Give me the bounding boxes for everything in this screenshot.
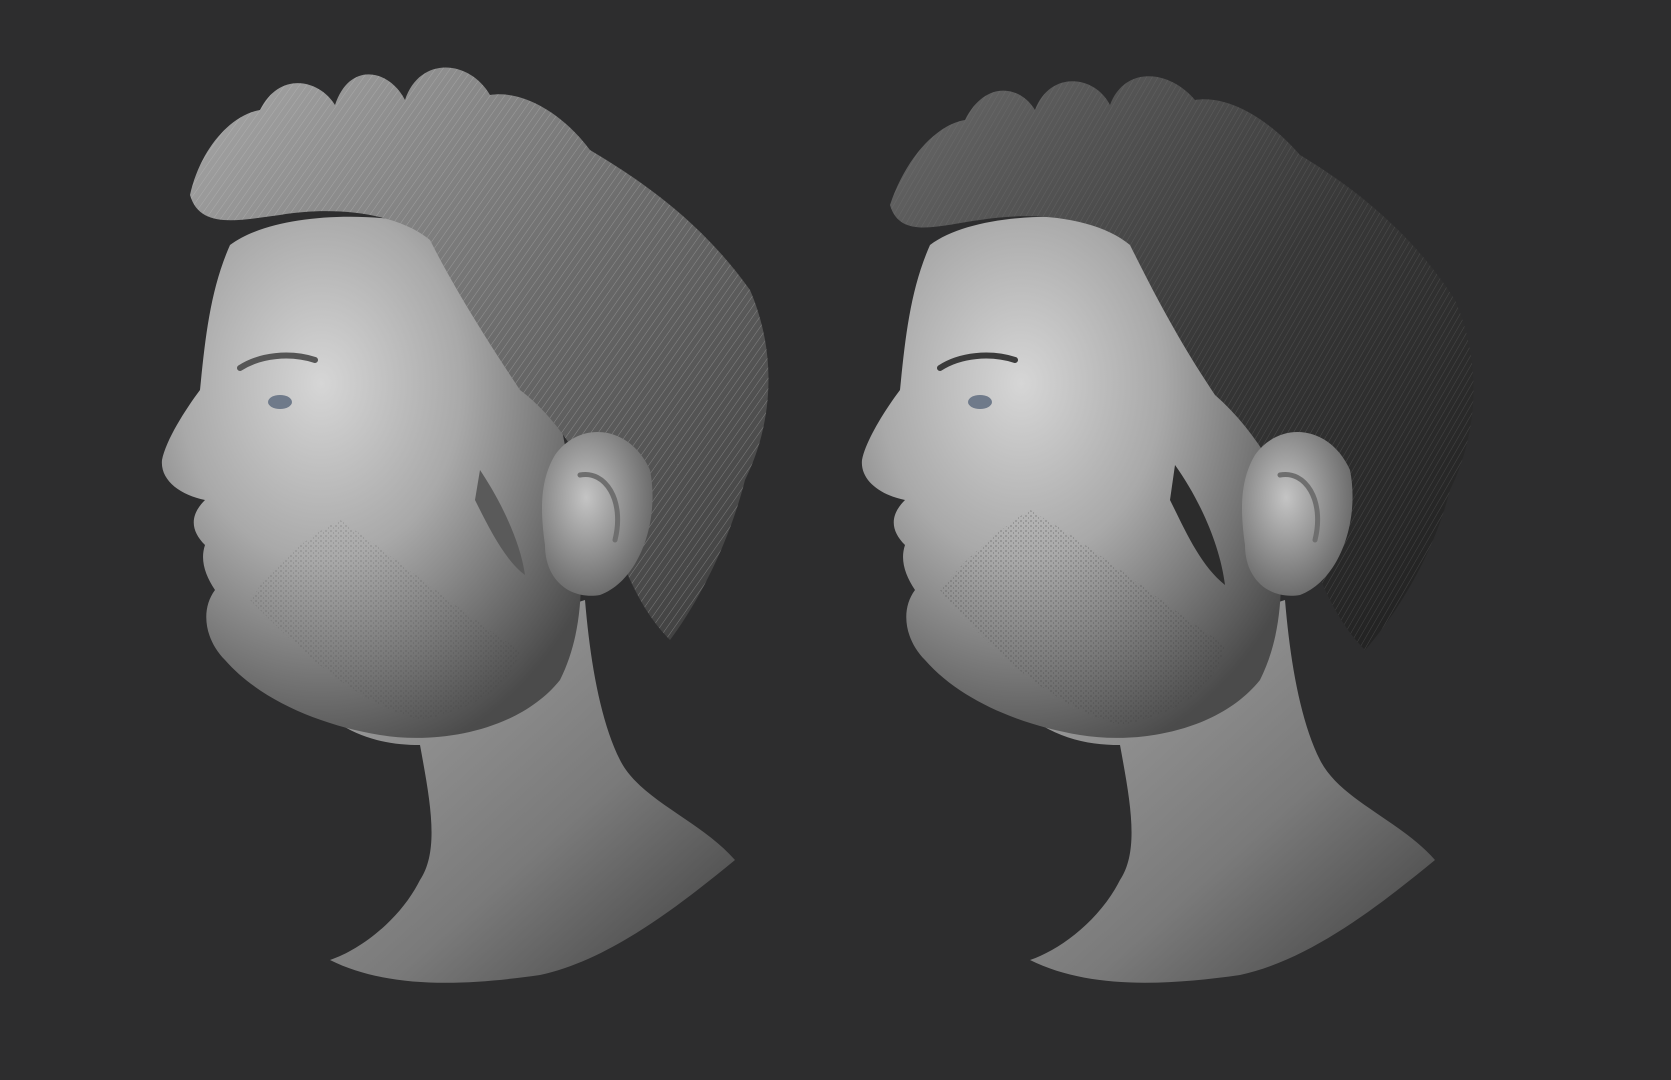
eye-right — [968, 395, 992, 409]
sculpt-render — [161, 67, 1474, 983]
bust-right — [861, 76, 1474, 983]
bust-left — [161, 67, 769, 983]
eye-left — [268, 395, 292, 409]
render-canvas — [0, 0, 1671, 1080]
